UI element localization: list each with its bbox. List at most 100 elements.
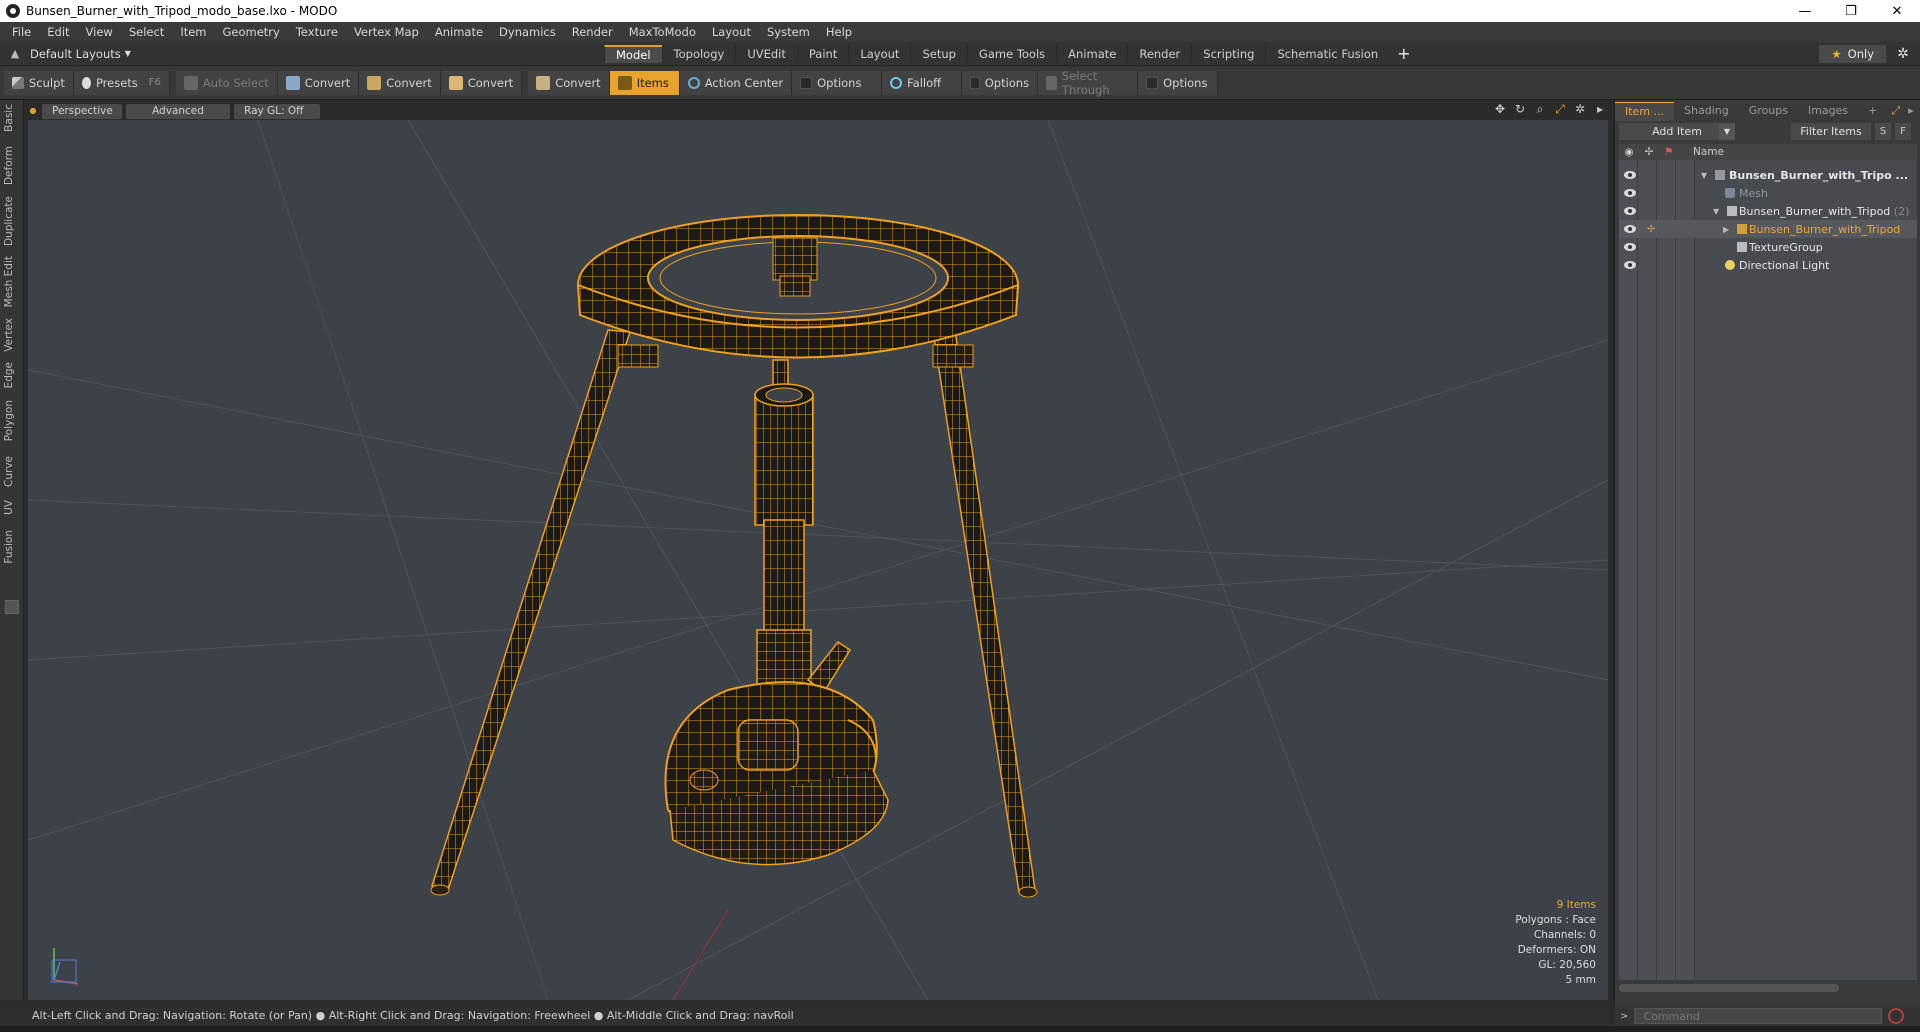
eye-icon[interactable] [1624,243,1636,251]
sculpt-button[interactable]: Sculpt [4,70,74,95]
command-input[interactable] [1634,1008,1883,1024]
menu-layout[interactable]: Layout [704,22,759,42]
tab-layout[interactable]: Layout [848,45,910,63]
options-button-3[interactable]: Options [1138,70,1219,95]
expand-arrow-icon[interactable]: ▶ [1723,225,1729,234]
filter-items-button[interactable]: Filter Items [1791,122,1871,140]
only-button[interactable]: ★ Only [1819,45,1886,63]
vtab-polygon[interactable]: Polygon [3,400,21,441]
layout-select[interactable]: Default Layouts ▼ [30,47,131,61]
tree-row-group[interactable]: ▼ Bunsen_Burner_with_Tripod (2) [1619,202,1917,220]
add-item-dropdown[interactable]: Add Item ▼ [1619,122,1735,140]
tab-groups[interactable]: Groups [1739,102,1798,120]
layout-collapse-icon[interactable]: ▲ [8,47,22,61]
render-column-icon[interactable]: ⚑ [1659,146,1679,158]
viewport-settings-icon[interactable]: ✲ [1572,102,1588,117]
strip-toggle-icon[interactable] [5,600,19,614]
tab-schematic-fusion[interactable]: Schematic Fusion [1265,45,1389,63]
minimize-button[interactable]: — [1782,0,1828,22]
f-button[interactable]: F [1895,122,1911,140]
menu-vertex-map[interactable]: Vertex Map [346,22,427,42]
vtab-vertex[interactable]: Vertex [3,318,21,352]
menu-maxtomodo[interactable]: MaxToModo [621,22,704,42]
tree-row-texture-group[interactable]: TextureGroup [1619,238,1917,256]
tab-images[interactable]: Images [1798,102,1858,120]
rotate-icon[interactable]: ↻ [1512,102,1528,117]
vtab-mesh-edit[interactable]: Mesh Edit [3,256,21,307]
action-center-button[interactable]: Action Center [679,70,793,95]
tab-render[interactable]: Render [1127,45,1191,63]
eye-icon[interactable] [1624,225,1636,233]
tree-horizontal-scrollbar[interactable] [1619,982,1917,994]
view-mode-dropdown[interactable]: Perspective [42,103,122,119]
vtab-fusion[interactable]: Fusion [3,530,21,564]
tab-item-list[interactable]: Item ... [1615,101,1675,121]
viewport-expand-icon[interactable]: ▸ [1592,102,1608,117]
items-mode-button[interactable]: Items [609,70,680,95]
tab-shading[interactable]: Shading [1674,102,1739,120]
menu-item[interactable]: Item [172,22,214,42]
convert-edge-button[interactable]: Convert [359,70,441,95]
zoom-icon[interactable]: ⌕ [1532,102,1548,117]
tab-game-tools[interactable]: Game Tools [966,45,1056,63]
menu-render[interactable]: Render [564,22,621,42]
s-button[interactable]: S [1875,122,1891,140]
close-button[interactable]: ✕ [1874,0,1920,22]
scrollbar-thumb[interactable] [1619,984,1839,992]
vtab-curve[interactable]: Curve [3,456,21,487]
tab-topology[interactable]: Topology [661,45,736,63]
raygl-toggle[interactable]: Ray GL: Off [234,103,320,119]
falloff-button[interactable]: Falloff [882,70,963,95]
visibility-column-icon[interactable]: ◉ [1619,146,1639,158]
maximize-button[interactable]: ❐ [1828,0,1874,22]
tab-setup[interactable]: Setup [910,45,966,63]
viewport-menu-icon[interactable]: ● [28,106,38,116]
menu-texture[interactable]: Texture [288,22,346,42]
add-panel-tab[interactable]: + [1858,102,1887,120]
vtab-duplicate[interactable]: Duplicate [3,196,21,246]
eye-icon[interactable] [1624,171,1636,179]
presets-button[interactable]: Presets F6 [73,70,170,95]
tab-uvedit[interactable]: UVEdit [735,45,797,63]
options-button-1[interactable]: Options [792,70,883,95]
convert-vertex-button[interactable]: Convert [277,70,360,95]
expand-arrow-icon[interactable]: ▼ [1701,171,1707,180]
gear-icon[interactable]: ✲ [1894,45,1912,63]
command-history-icon[interactable]: > [1620,1011,1628,1022]
menu-view[interactable]: View [78,22,121,42]
3d-viewport[interactable]: 9 Items Polygons : Face Channels: 0 Defo… [28,120,1608,1000]
add-tab-button[interactable]: + [1389,45,1418,63]
tree-row-mesh[interactable]: Mesh [1619,184,1917,202]
convert-polygon-button[interactable]: Convert [440,70,523,95]
eye-icon[interactable] [1624,207,1636,215]
tab-animate[interactable]: Animate [1056,45,1127,63]
menu-edit[interactable]: Edit [39,22,77,42]
tree-row-light[interactable]: Directional Light [1619,256,1917,274]
menu-dynamics[interactable]: Dynamics [491,22,564,42]
tab-paint[interactable]: Paint [796,45,848,63]
panel-expand-icon[interactable]: ⤢ [1887,102,1904,120]
menu-help[interactable]: Help [818,22,860,42]
menu-geometry[interactable]: Geometry [215,22,288,42]
options-button-2[interactable]: Options [962,70,1039,95]
lock-column-icon[interactable]: ✢ [1639,146,1659,158]
tree-row-mesh-item[interactable]: ✢ ▶ Bunsen_Burner_with_Tripod [1619,220,1917,238]
expand-arrow-icon[interactable]: ▼ [1713,207,1719,216]
fit-icon[interactable]: ⤢ [1552,102,1568,117]
convert-item-button[interactable]: Convert [528,70,610,95]
stop-icon[interactable] [1888,1008,1905,1024]
name-column-header[interactable]: Name [1693,146,1724,158]
vtab-deform[interactable]: Deform [3,146,21,185]
tab-scripting[interactable]: Scripting [1191,45,1265,63]
lock-icon[interactable]: ✢ [1647,224,1655,235]
menu-select[interactable]: Select [121,22,172,42]
select-through-button[interactable]: Select Through [1038,69,1139,97]
eye-icon[interactable] [1624,261,1636,269]
vtab-uv[interactable]: UV [3,500,21,515]
menu-file[interactable]: File [4,22,39,42]
eye-icon[interactable] [1624,189,1636,197]
menu-system[interactable]: System [759,22,818,42]
menu-animate[interactable]: Animate [427,22,491,42]
shading-dropdown[interactable]: Advanced [126,103,230,119]
panel-menu-icon[interactable]: ▸ [1904,102,1918,120]
